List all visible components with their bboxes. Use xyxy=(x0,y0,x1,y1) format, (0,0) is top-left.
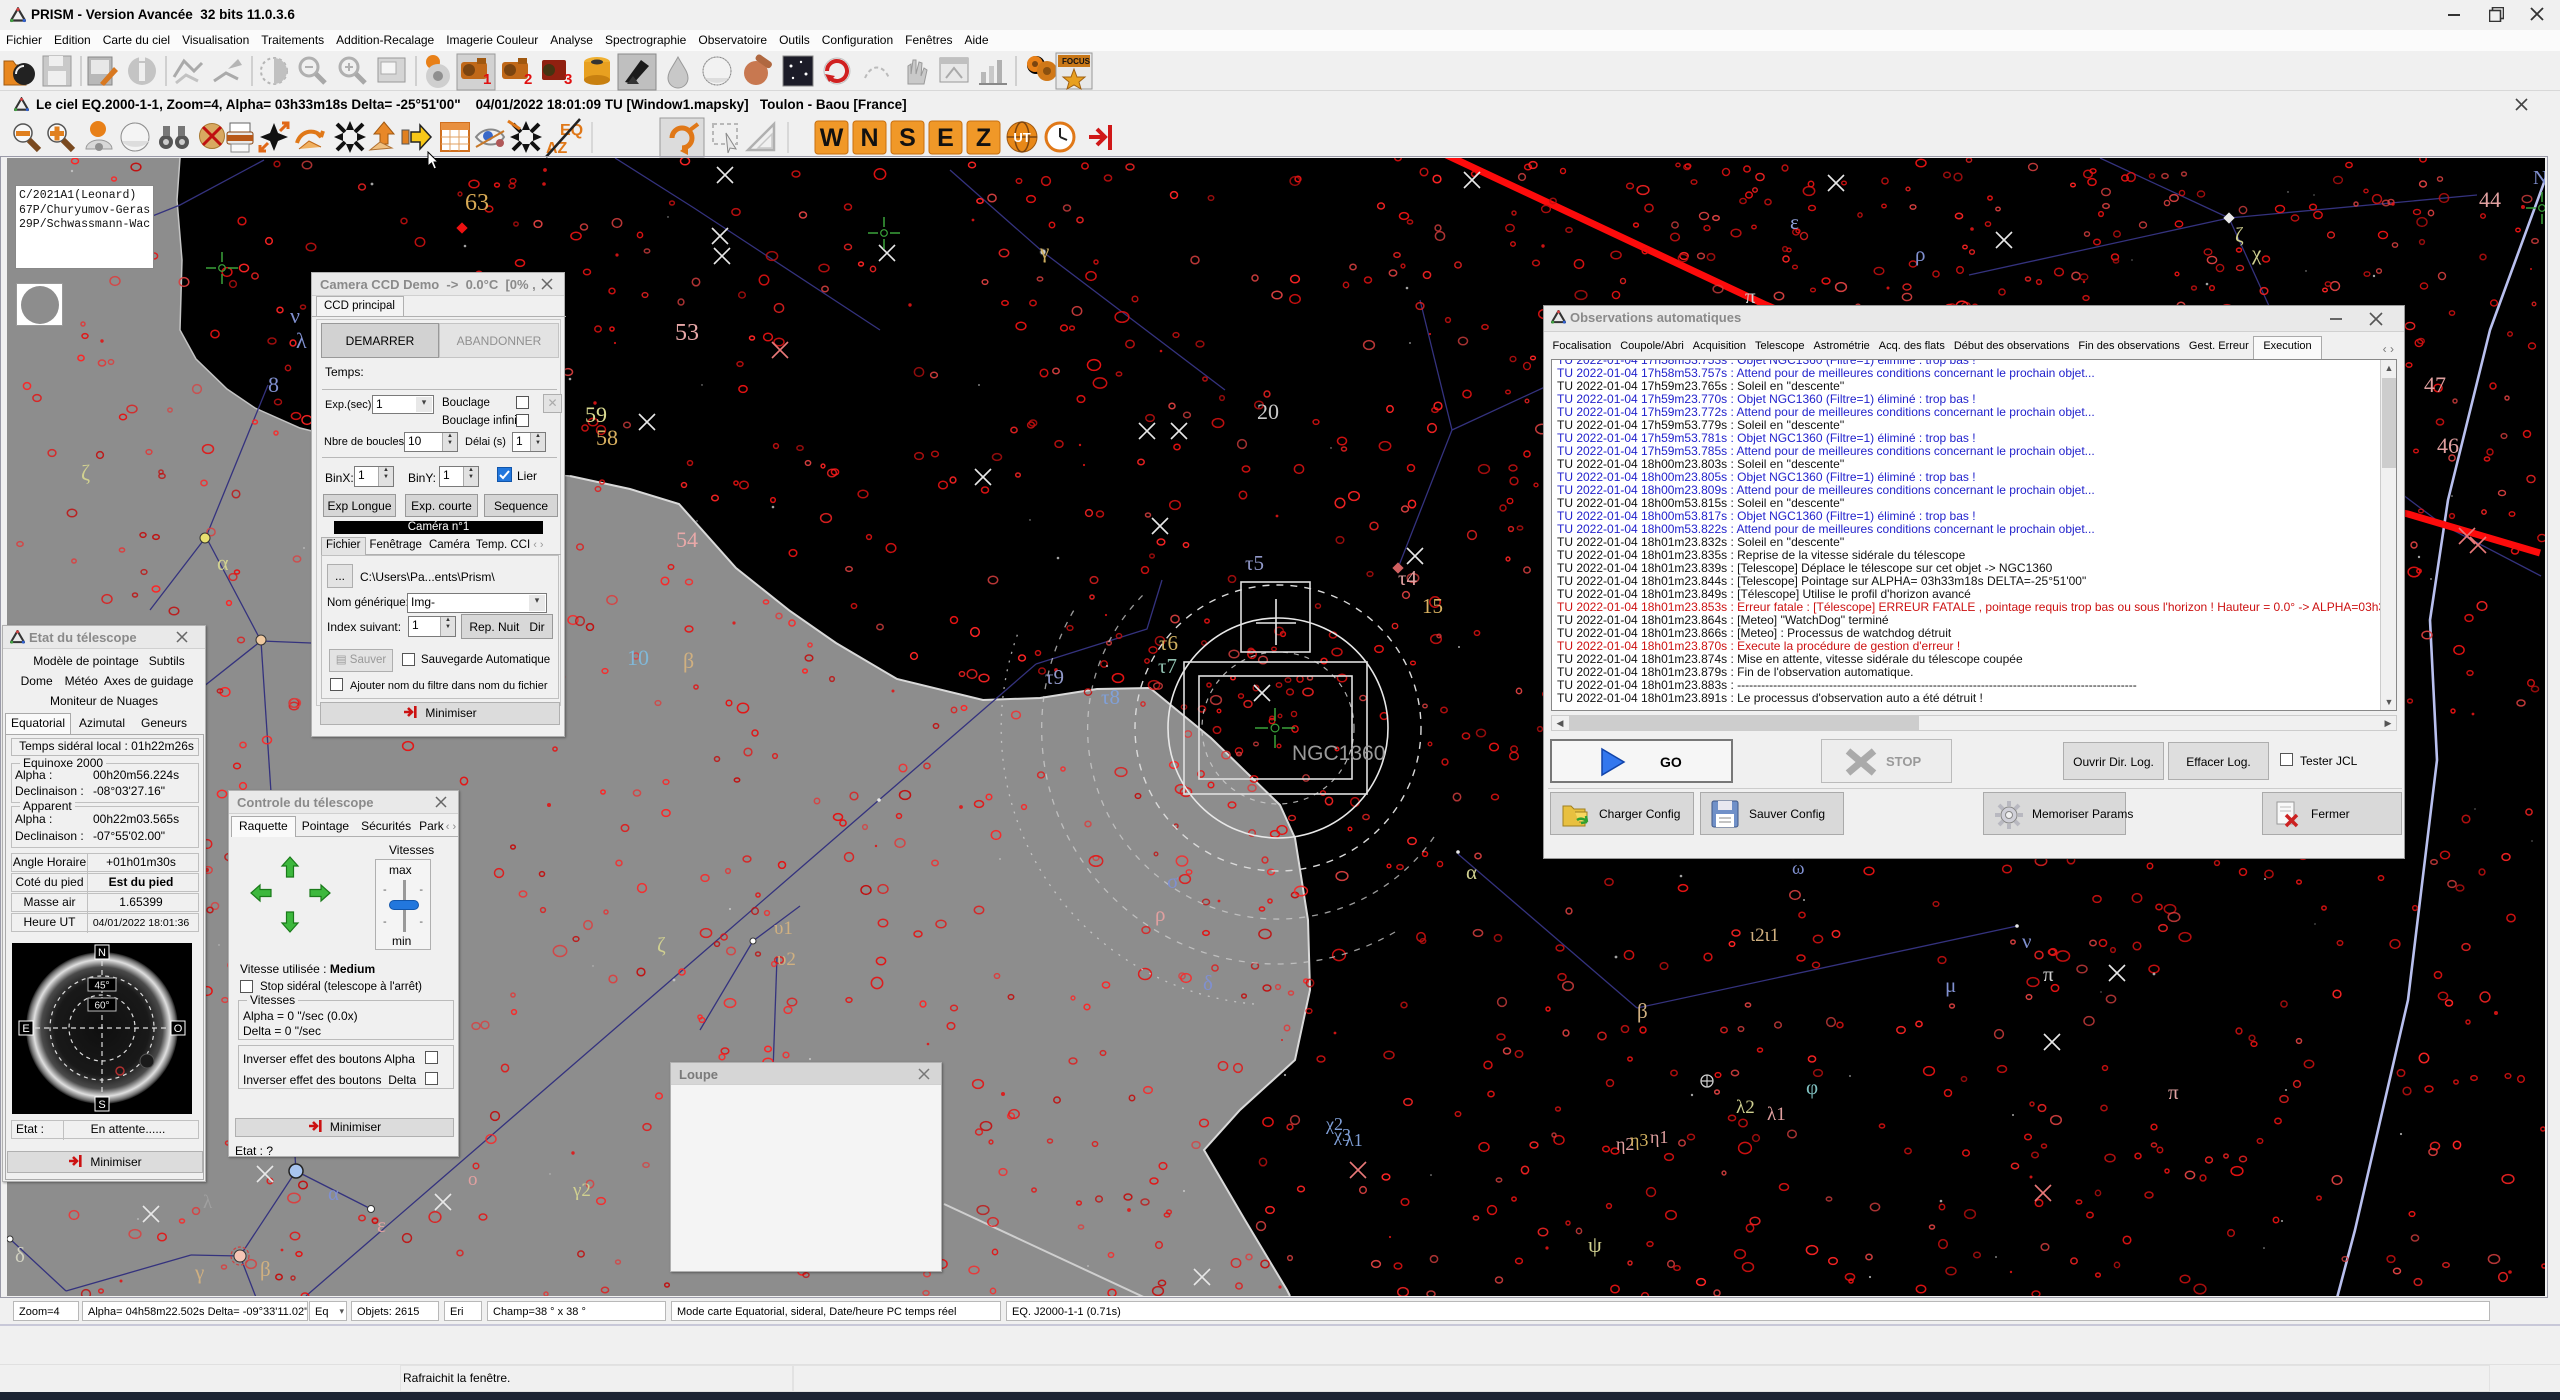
svg-text:μ: μ xyxy=(1945,973,1956,997)
svg-text:58: 58 xyxy=(596,425,618,450)
svg-text:FOCUS: FOCUS xyxy=(1062,57,1091,66)
svg-text:α: α xyxy=(1466,860,1477,884)
svg-text:ω: ω xyxy=(1792,858,1805,879)
svg-text:53: 53 xyxy=(675,320,699,346)
svg-text:46: 46 xyxy=(2437,433,2459,458)
svg-text:ψ: ψ xyxy=(1588,1232,1602,1257)
svg-text:α: α xyxy=(217,550,229,575)
svg-text:τ7: τ7 xyxy=(1158,654,1177,678)
svg-text:π: π xyxy=(2168,1080,2179,1104)
svg-text:ι2ι1: ι2ι1 xyxy=(1750,925,1779,946)
svg-text:63: 63 xyxy=(465,190,489,216)
svg-text:ε: ε xyxy=(377,1213,386,1237)
svg-text:3: 3 xyxy=(564,71,572,88)
svg-text:η3: η3 xyxy=(1630,1130,1648,1150)
svg-text:E: E xyxy=(937,124,954,152)
svg-text:β: β xyxy=(1637,999,1648,1023)
svg-text:10: 10 xyxy=(627,645,649,670)
svg-text:α: α xyxy=(328,1181,339,1205)
svg-text:UT: UT xyxy=(1013,130,1030,145)
svg-text:54: 54 xyxy=(676,527,698,552)
svg-text:45°: 45° xyxy=(94,981,109,992)
svg-text:S: S xyxy=(98,1099,105,1111)
svg-text:λ: λ xyxy=(203,1192,213,1213)
svg-text:γ: γ xyxy=(1039,239,1049,263)
svg-text:N: N xyxy=(860,124,878,152)
svg-text:λ1: λ1 xyxy=(1767,1104,1786,1125)
svg-text:τ9: τ9 xyxy=(1045,665,1064,689)
svg-text:NGC1360: NGC1360 xyxy=(1292,742,1385,765)
svg-text:β: β xyxy=(260,1257,271,1281)
svg-text:γ2: γ2 xyxy=(572,1180,591,1201)
svg-text:20: 20 xyxy=(1257,399,1279,424)
svg-text:ζ: ζ xyxy=(81,460,90,485)
svg-text:O: O xyxy=(174,1023,183,1035)
svg-text:ν: ν xyxy=(290,303,300,328)
svg-text:ρ: ρ xyxy=(1915,242,1925,266)
svg-text:15: 15 xyxy=(1422,594,1443,618)
svg-text:τ5: τ5 xyxy=(1245,551,1264,575)
svg-text:τ6: τ6 xyxy=(1159,631,1178,655)
svg-text:E: E xyxy=(22,1023,29,1035)
svg-text:S: S xyxy=(899,124,916,152)
svg-text:χ: χ xyxy=(2251,241,2262,265)
svg-text:δ: δ xyxy=(1203,971,1213,995)
svg-text:N: N xyxy=(2533,167,2545,189)
svg-text:φ: φ xyxy=(1806,1075,1818,1099)
svg-text:τ4: τ4 xyxy=(1398,566,1417,590)
svg-text:ε: ε xyxy=(1790,210,1799,234)
svg-text:2: 2 xyxy=(524,71,532,88)
svg-text:σ: σ xyxy=(1167,869,1178,893)
svg-text:η1: η1 xyxy=(1650,1127,1668,1147)
svg-text:λ2: λ2 xyxy=(1736,1097,1755,1118)
svg-text:τ8: τ8 xyxy=(1101,685,1120,709)
svg-text:λ: λ xyxy=(296,328,307,353)
svg-text:60°: 60° xyxy=(94,1001,109,1012)
svg-text:β: β xyxy=(683,648,694,673)
svg-text:8: 8 xyxy=(268,372,279,397)
svg-text:1: 1 xyxy=(483,71,491,88)
svg-text:Z: Z xyxy=(976,124,991,152)
svg-text:ν: ν xyxy=(2022,929,2032,953)
svg-text:ρ: ρ xyxy=(1155,902,1165,926)
svg-text:λ1: λ1 xyxy=(1345,1130,1363,1150)
svg-text:44: 44 xyxy=(2479,187,2501,212)
svg-text:υ1: υ1 xyxy=(774,918,793,939)
svg-text:ζ: ζ xyxy=(2235,223,2244,247)
svg-text:47: 47 xyxy=(2424,372,2446,397)
svg-text:N: N xyxy=(98,947,106,959)
svg-text:γ: γ xyxy=(194,1260,204,1284)
svg-text:o: o xyxy=(468,1169,478,1190)
svg-text:W: W xyxy=(820,124,844,152)
svg-text:δ: δ xyxy=(15,1243,25,1267)
svg-text:59: 59 xyxy=(585,402,607,427)
svg-text:ζ: ζ xyxy=(657,933,666,957)
svg-text:π: π xyxy=(2043,962,2054,986)
svg-text:υ2: υ2 xyxy=(777,949,796,970)
